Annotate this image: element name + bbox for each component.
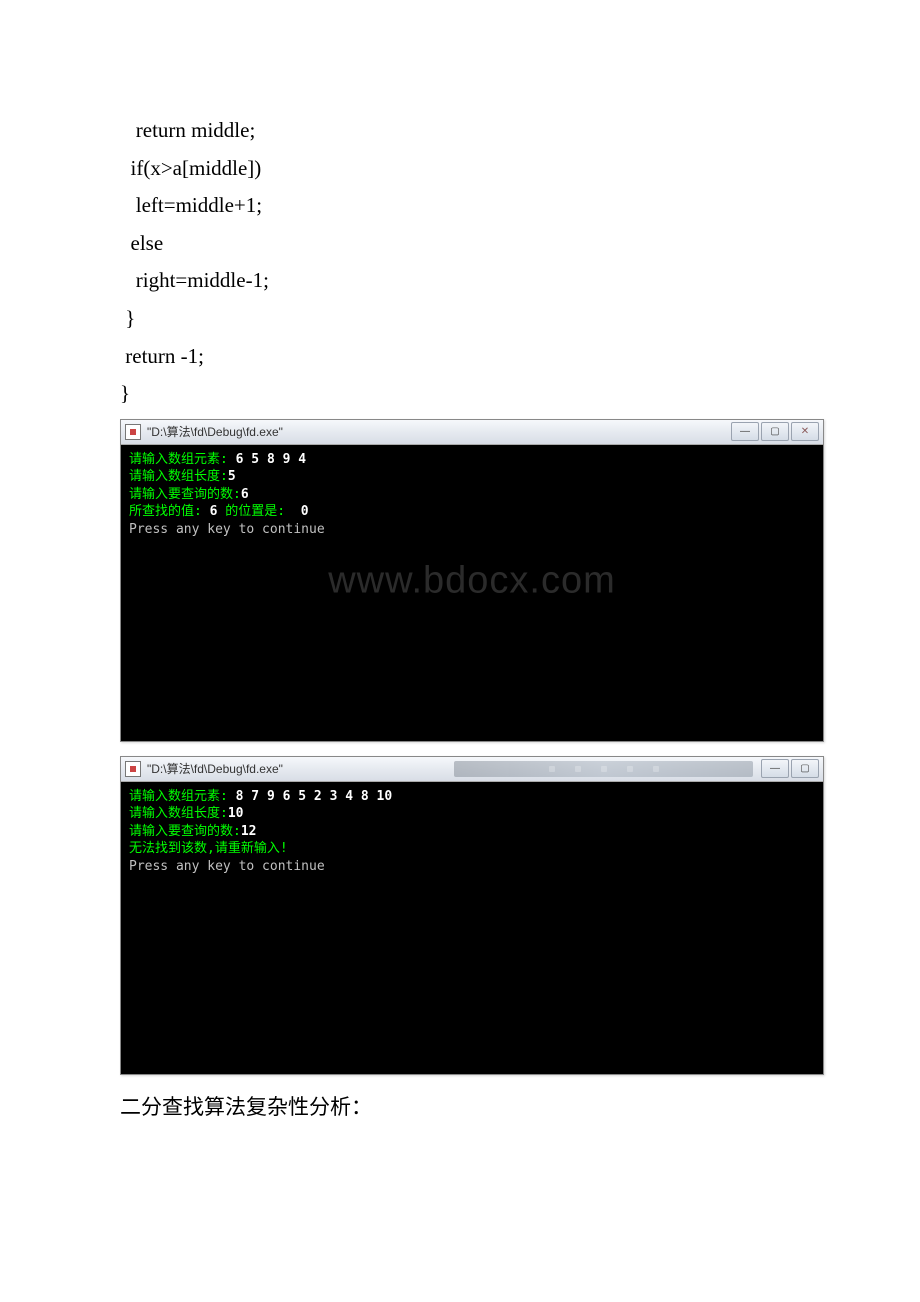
- console-line: 无法找到该数,请重新输入!: [129, 840, 815, 858]
- maximize-button[interactable]: ▢: [761, 422, 789, 441]
- console-line: Press any key to continue: [129, 858, 815, 876]
- code-line: }: [120, 377, 800, 411]
- blurred-region: [454, 761, 753, 777]
- titlebar[interactable]: "D:\算法\fd\Debug\fd.exe" — ▢: [121, 757, 823, 782]
- watermark-text: www.bdocx.com: [121, 555, 823, 606]
- titlebar[interactable]: "D:\算法\fd\Debug\fd.exe" — ▢ ✕: [121, 420, 823, 445]
- maximize-button[interactable]: ▢: [791, 759, 819, 778]
- console-line: 请输入数组长度:5: [129, 468, 815, 486]
- document-page: return middle; if(x>a[middle]) left=midd…: [0, 0, 920, 1181]
- window-title: "D:\算法\fd\Debug\fd.exe": [147, 423, 731, 440]
- code-line: right=middle-1;: [120, 264, 800, 298]
- minimize-button[interactable]: —: [731, 422, 759, 441]
- minimize-button[interactable]: —: [761, 759, 789, 778]
- code-line: left=middle+1;: [120, 189, 800, 223]
- console-line: 请输入要查询的数:12: [129, 823, 815, 841]
- console-output: 请输入数组元素: 8 7 9 6 5 2 3 4 8 10 请输入数组长度:10…: [121, 782, 823, 1074]
- window-controls: — ▢ ✕: [731, 422, 819, 441]
- code-line: return -1;: [120, 340, 800, 374]
- console-line: 请输入要查询的数:6: [129, 486, 815, 504]
- close-button[interactable]: ✕: [791, 422, 819, 441]
- window-title: "D:\算法\fd\Debug\fd.exe": [147, 760, 446, 777]
- console-line: Press any key to continue: [129, 521, 815, 539]
- app-icon: [125, 424, 141, 440]
- console-line: 请输入数组元素: 6 5 8 9 4: [129, 451, 815, 469]
- window-controls: — ▢: [761, 759, 819, 778]
- console-window-2: "D:\算法\fd\Debug\fd.exe" — ▢ 请输入数组元素: 8 7…: [120, 756, 824, 1075]
- console-line: 所查找的值: 6 的位置是: 0: [129, 503, 815, 521]
- app-icon: [125, 761, 141, 777]
- section-heading: 二分查找算法复杂性分析：: [120, 1091, 800, 1121]
- code-line: if(x>a[middle]): [120, 152, 800, 186]
- console-window-1: "D:\算法\fd\Debug\fd.exe" — ▢ ✕ 请输入数组元素: 6…: [120, 419, 824, 742]
- code-line: }: [120, 302, 800, 336]
- console-line: 请输入数组元素: 8 7 9 6 5 2 3 4 8 10: [129, 788, 815, 806]
- code-line: return middle;: [120, 114, 800, 148]
- console-line: 请输入数组长度:10: [129, 805, 815, 823]
- console-output: 请输入数组元素: 6 5 8 9 4 请输入数组长度:5 请输入要查询的数:6 …: [121, 445, 823, 741]
- code-line: else: [120, 227, 800, 261]
